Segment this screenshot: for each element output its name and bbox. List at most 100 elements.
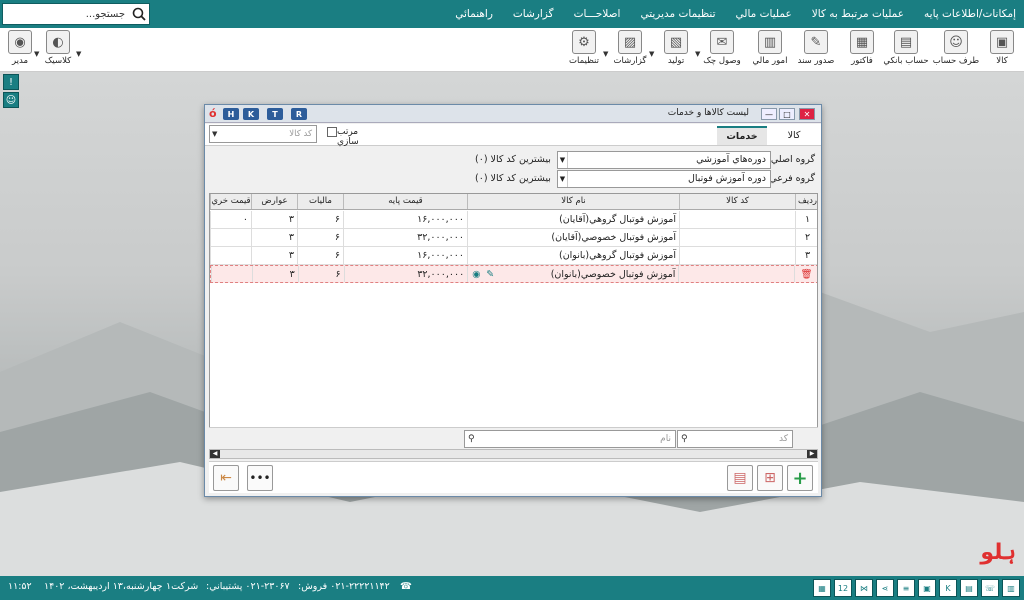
status-sales: ۰۲۱-۲۲۲۲۱۱۴۲ فروش: (298, 581, 390, 592)
menu-corrections[interactable]: اصلاحـــات (574, 8, 621, 20)
exit-icon[interactable]: ⇤ (213, 465, 239, 491)
chevron-down-icon: ▼ (212, 130, 218, 138)
horizontal-scrollbar[interactable]: ◀ ▶ (209, 449, 818, 459)
table-row[interactable]: ۲ آموزش فوتبال خصوصي(آقايان) ۳۲,۰۰۰,۰۰۰ … (210, 229, 817, 247)
menu-goods-operations[interactable]: عمليات مرتبط به کالا (812, 8, 904, 20)
search-icon[interactable] (129, 4, 149, 24)
sort-checkbox[interactable] (327, 127, 337, 137)
col-header-name[interactable]: نام کالا (467, 194, 679, 209)
table-row[interactable]: ۳ آموزش فوتبال گروهي(بانوان) ۱۶,۰۰۰,۰۰۰ … (210, 247, 817, 265)
tab-goods[interactable]: کالا (769, 126, 819, 145)
list-icon[interactable]: ≡ (897, 579, 915, 597)
network-icon[interactable]: ⋈ (855, 579, 873, 597)
menu-help[interactable]: راهنمائي (455, 8, 493, 20)
row-duty: ۳ (251, 211, 297, 228)
more-options-button[interactable]: ••• (247, 465, 273, 491)
hkt-k-button[interactable]: K (243, 108, 259, 120)
table-row-selected[interactable]: 🗑 آموزش فوتبال خصوصي(بانوان) ◉ ✎ ۳۲,۰۰۰,… (210, 265, 817, 283)
row-number: ۲ (795, 229, 817, 246)
share-icon[interactable]: ⋖ (876, 579, 894, 597)
filter-name-placeholder: نام (660, 434, 671, 444)
calculator-icon[interactable]: ▥ (1002, 579, 1020, 597)
hkt-r-button[interactable]: R (291, 108, 307, 120)
toolbar-reports-button[interactable]: ▨ گزارشات (610, 30, 650, 70)
col-header-code[interactable]: کد کالا (679, 194, 795, 209)
search-input[interactable]: جستجو... (3, 9, 129, 20)
tab-services[interactable]: خدمات (717, 126, 767, 145)
hkt-t-button[interactable]: T (267, 108, 283, 120)
toolbar-goods-button[interactable]: ▣ کالا (982, 30, 1022, 70)
main-group-select[interactable]: ▼ دوره‌هاي آموزشي (557, 151, 771, 169)
row-tax: ۶ (297, 229, 343, 246)
toolbar-reports-label: گزارشات (613, 56, 647, 66)
menu-reports[interactable]: گزارشات (513, 8, 554, 20)
toolbar-cheque-button[interactable]: ✉ وصول چک (702, 30, 742, 70)
filter-code-input[interactable]: کد ⚲ (677, 430, 793, 448)
row-code (679, 247, 795, 264)
toolbar-manager-button[interactable]: ◉ مدير (0, 30, 40, 70)
chevron-down-icon[interactable]: ▼ (76, 50, 81, 58)
col-header-row-number[interactable]: رديف (795, 194, 817, 209)
goods-grid: رديف کد کالا نام کالا قيمت پايه ماليات ع… (209, 193, 818, 451)
maximize-icon[interactable]: □ (779, 108, 795, 120)
edit-icon[interactable]: ✎ (486, 266, 494, 282)
user-card-icon[interactable]: ☺ (3, 92, 19, 108)
list-export-icon[interactable]: ▤ (727, 465, 753, 491)
row-name: آموزش فوتبال گروهي(بانوان) (467, 247, 679, 264)
menu-financial-operations[interactable]: عمليات مالي (736, 8, 792, 20)
toolbar-settings-label: تنظيمات (569, 56, 599, 66)
row-base-price: ۱۶,۰۰۰,۰۰۰ (343, 247, 467, 264)
row-duty: ۳ (251, 229, 297, 246)
grid-icon[interactable]: ▣ (918, 579, 936, 597)
col-header-purchase-price[interactable]: قيمت خري (210, 194, 251, 209)
report-icon: ▨ (618, 30, 642, 54)
row-purchase-price (211, 266, 252, 282)
scroll-left-icon[interactable]: ◀ (210, 450, 220, 458)
col-header-base-price[interactable]: قيمت پايه (343, 194, 467, 209)
report-icon[interactable]: ▤ (960, 579, 978, 597)
toolbar-voucher-button[interactable]: ✎ صدور سند (796, 30, 836, 70)
invoice-icon: ▦ (850, 30, 874, 54)
tree-icon[interactable]: ⊞ (757, 465, 783, 491)
calendar-icon[interactable]: ▦ (813, 579, 831, 597)
hkt-h-button[interactable]: H (223, 108, 239, 120)
search-icon: ⚲ (468, 434, 475, 444)
toolbar-party-button[interactable]: ☺ طرف حساب (933, 30, 979, 70)
calendar-12-icon[interactable]: 12 (834, 579, 852, 597)
status-company: شرکت۱ (166, 581, 199, 592)
col-header-tax[interactable]: ماليات (297, 194, 343, 209)
info-icon[interactable]: ! (3, 74, 19, 90)
main-toolbar: ▣ کالا ☺ طرف حساب ▤ حساب بانکي ▦ فاکتور … (0, 28, 1024, 72)
main-group-max-code: بيشترين کد کالا (۰) (475, 154, 551, 165)
toolbar-production-button[interactable]: ▧ توليد (656, 30, 696, 70)
toolbar-classic-button[interactable]: ◐ کلاسيک (38, 30, 78, 70)
scroll-right-icon[interactable]: ▶ (807, 450, 817, 458)
col-header-duty[interactable]: عوارض (251, 194, 297, 209)
trash-icon[interactable]: 🗑 (794, 266, 817, 282)
menu-basic-info[interactable]: إمكانات/اطلاعات پايه (924, 8, 1016, 20)
sub-group-select[interactable]: ▼ دوره آموزش فوتبال (557, 170, 771, 188)
menu-management-settings[interactable]: تنظيمات مديريتي (640, 8, 715, 20)
toolbar-production-label: توليد (667, 56, 685, 66)
window-titlebar[interactable]: ó H K T R ليست کالاها و خدمات — □ ✕ (205, 105, 821, 123)
filter-name-input[interactable]: نام ⚲ (464, 430, 676, 448)
toolbar-settings-button[interactable]: ⚙ تنظيمات (564, 30, 604, 70)
sub-group-value: دوره آموزش فوتبال (688, 173, 766, 184)
sort-code-input[interactable]: کد کالا ▼ (209, 125, 317, 143)
toolbar-finance-button[interactable]: ▥ امور مالي (750, 30, 790, 70)
k-icon[interactable]: K (939, 579, 957, 597)
status-bar: ۱۱:۵۲ چهارشنبه،۱۳ ارديبهشت، ۱۴۰۲ شرکت۱ ۰… (0, 576, 1024, 600)
minimize-icon[interactable]: — (761, 108, 777, 120)
row-tax: ۶ (297, 211, 343, 228)
eye-icon[interactable]: ◉ (472, 266, 480, 282)
toolbar-bank-button[interactable]: ▤ حساب بانکي (883, 30, 929, 70)
phone-icon[interactable]: ☏ (981, 579, 999, 597)
table-row[interactable]: ۱ آموزش فوتبال گروهي(آقايان) ۱۶,۰۰۰,۰۰۰ … (210, 211, 817, 229)
production-icon: ▧ (664, 30, 688, 54)
add-button[interactable]: + (787, 465, 813, 491)
search-box[interactable]: جستجو... (2, 3, 150, 25)
toolbar-goods-label: کالا (996, 56, 1008, 66)
app-logo-icon: ó (209, 107, 217, 120)
close-icon[interactable]: ✕ (799, 108, 815, 120)
toolbar-invoice-button[interactable]: ▦ فاکتور (842, 30, 882, 70)
